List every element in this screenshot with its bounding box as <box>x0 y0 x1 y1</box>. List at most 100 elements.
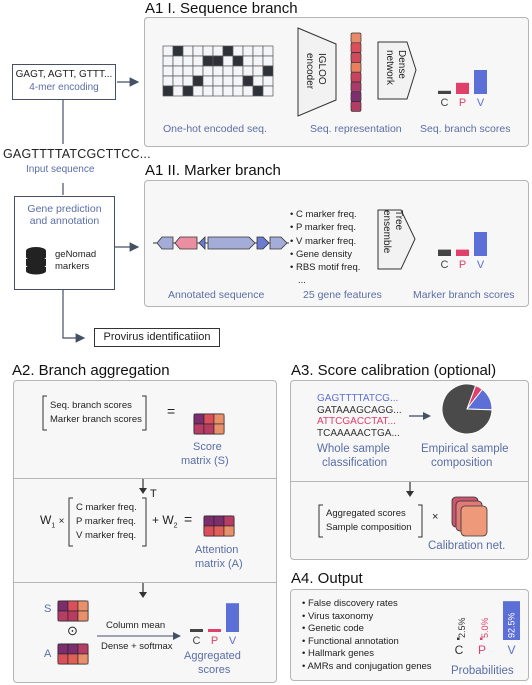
annotated-sequence-genes <box>153 236 289 250</box>
tree-ensemble-label: Tree ensemble <box>380 210 404 253</box>
onehot-cell <box>242 55 254 67</box>
feature-item: ... <box>298 275 306 287</box>
dense-label: Dense <box>396 50 407 79</box>
calibration-net-label: Calibration net. <box>428 540 506 552</box>
matrix-cell <box>77 610 89 622</box>
matrix-cell <box>193 413 205 425</box>
onehot-cell <box>192 65 204 77</box>
column-mean-label: Column mean <box>106 620 166 631</box>
onehot-cell <box>192 55 204 67</box>
feature-item: P marker freq. <box>290 221 360 234</box>
gene-prediction-box: Gene prediction and annotation geNomad m… <box>14 196 115 290</box>
onehot-cell <box>162 85 174 97</box>
matrix-cell <box>223 515 235 527</box>
onehot-cell <box>232 65 244 77</box>
matrix-cell <box>67 600 79 612</box>
matrix-cell <box>223 525 235 537</box>
igloo-encoder-label: IGLOO encoder <box>303 53 327 89</box>
representation-cell <box>350 91 362 102</box>
onehot-cell <box>162 65 174 77</box>
onehot-cell <box>182 55 194 67</box>
equals-sign-2: = <box>184 511 193 527</box>
onehot-cell <box>262 75 274 87</box>
onehot-cell <box>212 55 224 67</box>
onehot-caption: One-hot encoded seq. <box>163 123 267 135</box>
seq-score-bar-c <box>438 90 451 94</box>
c-marker-freq-row: C marker freq. <box>76 502 137 513</box>
igloo-label: IGLOO <box>316 53 327 85</box>
matrix-cell <box>57 653 69 665</box>
provirus-identification-box: Provirus identificatiion <box>94 328 220 347</box>
genomad-markers-label-2: markers <box>55 261 90 272</box>
onehot-cell <box>172 85 184 97</box>
prob-label-c: C <box>455 643 464 657</box>
onehot-cell <box>172 75 184 87</box>
output-item: AMRs and conjugation genes <box>302 661 431 674</box>
seq-branch-scores-row: Seq. branch scores <box>50 400 132 411</box>
marker-branch-scores-chart: CPV <box>438 232 487 271</box>
v-marker-freq-row: V marker freq. <box>76 530 137 541</box>
onehot-cell <box>222 65 234 77</box>
seq-score-bar-v <box>474 70 487 94</box>
prob-value-v: 92.5% <box>507 612 517 638</box>
matrix-cell <box>203 515 215 527</box>
transpose-symbol: T <box>150 488 157 500</box>
onehot-cell <box>202 45 214 57</box>
p-marker-freq-row: P marker freq. <box>76 516 137 527</box>
onehot-grid <box>162 45 274 97</box>
onehot-cell <box>162 75 174 87</box>
onehot-cell <box>262 55 274 67</box>
seq-branch-scores-chart: CPV <box>438 70 487 109</box>
onehot-cell <box>202 85 214 97</box>
onehot-cell <box>212 45 224 57</box>
encoder-label: encoder <box>304 53 315 90</box>
onehot-cell <box>192 85 204 97</box>
input-sequence: GAGTTTTATCGCTTCC... <box>3 147 151 161</box>
attention-matrix-label-1: Attention <box>195 544 239 556</box>
a1-marker-title: A1 II. Marker branch <box>145 162 281 179</box>
gene-features-list: C marker freq.P marker freq.V marker fre… <box>290 208 360 288</box>
marker-score-label-v: V <box>477 259 485 271</box>
ensemble-label: ensemble <box>381 210 392 254</box>
seq-representation-vector <box>350 32 362 112</box>
prob-value-p: 5.0% <box>480 617 490 638</box>
down-arrow-2 <box>139 583 147 598</box>
onehot-cell <box>242 65 254 77</box>
s-label: S <box>44 603 52 615</box>
feature-item: Gene density <box>290 248 360 261</box>
annotated-sequence-caption: Annotated sequence <box>168 289 265 301</box>
attention-matrix-label-2: matrix (A) <box>195 558 243 570</box>
onehot-cell <box>232 45 244 57</box>
onehot-cell <box>162 45 174 57</box>
equals-sign-1: = <box>167 403 176 419</box>
gene-annotation-label: and annotation <box>29 215 100 227</box>
kmer-encoding-box: GAGT, AGTT, GTTT... 4-mer encoding <box>12 64 116 100</box>
dense-softmax-label: Dense + softmax <box>101 641 173 652</box>
seq-scores-caption: Seq. branch scores <box>420 123 511 135</box>
onehot-cell <box>182 65 194 77</box>
onehot-cell <box>242 45 254 57</box>
score-matrix-s-small <box>57 600 89 622</box>
feature-item: C marker freq. <box>290 208 360 221</box>
gene-3 <box>198 236 206 250</box>
matrix-cell <box>77 653 89 665</box>
a1-seq-title: A1 I. Sequence branch <box>145 0 298 17</box>
sample-sequences: GAGTTTTATCG... GATAAAGCAGG... ATTCGACCTAT.… <box>317 393 402 439</box>
matrix-cell <box>77 643 89 655</box>
onehot-cell <box>242 85 254 97</box>
agg-score-bar-c <box>190 629 203 632</box>
classify-arrow <box>409 412 431 420</box>
empirical-label-2: composition <box>431 457 493 469</box>
onehot-cell <box>222 45 234 57</box>
gene-5 <box>256 236 270 250</box>
dense-network-label: Dense network <box>383 50 407 85</box>
output-item: False discovery rates <box>302 598 432 611</box>
marker-branch-scores-row: Marker branch scores <box>50 414 142 425</box>
gene-to-provirus-arrow <box>62 290 86 343</box>
down-arrow-1 <box>139 479 147 494</box>
onehot-cell <box>262 45 274 57</box>
representation-cell <box>350 101 362 112</box>
a2-title: A2. Branch aggregation <box>12 362 170 379</box>
gene-2 <box>174 236 198 250</box>
matrix-cell <box>193 423 205 435</box>
